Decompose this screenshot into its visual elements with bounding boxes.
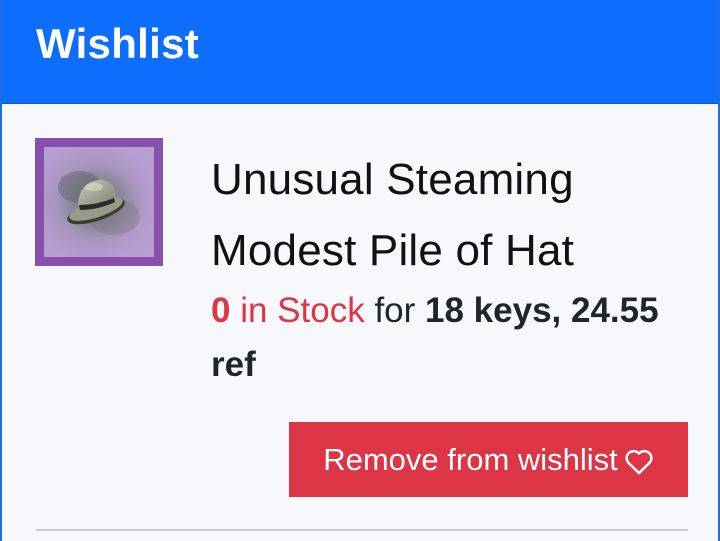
page-title: Wishlist: [36, 20, 200, 67]
item-name[interactable]: Unusual Steaming Modest Pile of Hat: [211, 144, 681, 286]
item-image: [44, 147, 154, 257]
remove-button-label: Remove from wishlist: [323, 442, 618, 477]
for-label: for: [374, 291, 416, 330]
wishlist-panel: Wishlist Unusual Steaming Modest Pile of…: [0, 0, 720, 541]
item-thumbnail[interactable]: [35, 138, 163, 266]
item-price-line: 0 in Stock for 18 keys, 24.55 ref: [211, 284, 691, 392]
hat-icon: [47, 156, 151, 248]
wishlist-header: Wishlist: [2, 0, 718, 104]
stock-label: in Stock: [240, 291, 365, 330]
remove-from-wishlist-button[interactable]: Remove from wishlist: [289, 422, 688, 497]
stock-count: 0: [211, 291, 231, 330]
heart-outline-icon: [624, 427, 654, 502]
divider: [36, 529, 688, 531]
